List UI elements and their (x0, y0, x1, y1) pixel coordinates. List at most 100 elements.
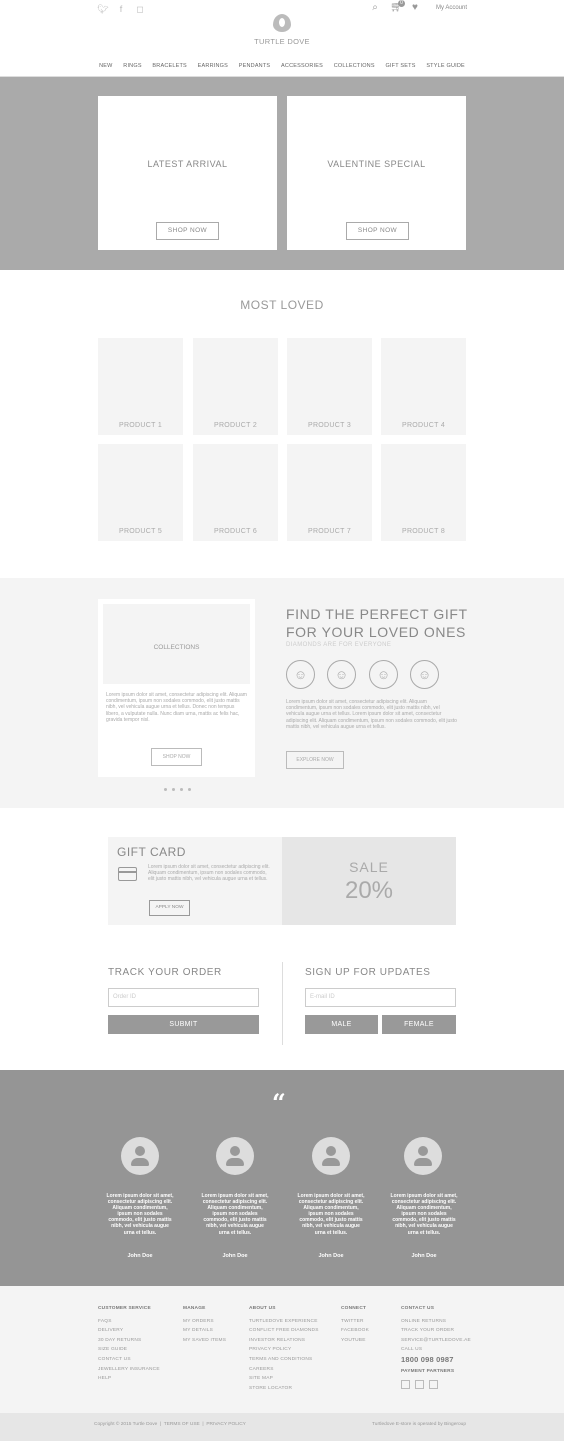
footer-link-returns[interactable]: 30 DAY RETURNS (98, 1336, 160, 1346)
collections-shop-button[interactable]: SHOP NOW (151, 748, 202, 766)
collections-card: COLLECTIONS Lorem ipsum dolor sit amet, … (98, 599, 255, 777)
footer-link-my-details[interactable]: MY DETAILS (183, 1326, 226, 1336)
carousel-dot[interactable] (172, 788, 175, 791)
footer-link-delivery[interactable]: DELIVERY (98, 1326, 160, 1336)
footer-about: ABOUT US TURTLEDOVE EXPERIENCE CONFLICT … (249, 1304, 319, 1393)
footer-link-conflict-free[interactable]: CONFLICT FREE DIAMONDS (249, 1326, 319, 1336)
valentine-special-shop-button[interactable]: SHOP NOW (346, 222, 409, 240)
email-input[interactable]: E-mail ID (305, 988, 456, 1007)
facebook-icon[interactable]: f (116, 4, 126, 14)
footer-heading: CONNECT (341, 1306, 367, 1311)
footer-link-twitter[interactable]: TWITTER (341, 1317, 369, 1327)
footer-link-site-map[interactable]: SITE MAP (249, 1374, 319, 1384)
nav-item-pendants[interactable]: PENDANTS (239, 63, 271, 69)
nav-item-collections[interactable]: COLLECTIONS (334, 63, 375, 69)
footer-phone[interactable]: 1800 098 0987 (401, 1355, 471, 1365)
nav-item-new[interactable]: NEW (99, 63, 112, 69)
my-account-link[interactable]: My Account (436, 5, 467, 11)
footer-link-online-returns[interactable]: ONLINE RETURNS (401, 1317, 471, 1327)
footer-link-contact[interactable]: CONTACT US (98, 1355, 160, 1365)
nav-item-style-guide[interactable]: STYLE GUIDE (426, 63, 465, 69)
footer-heading: CUSTOMER SERVICE (98, 1306, 151, 1311)
product-card-3[interactable]: PRODUCT 3 (287, 338, 372, 435)
most-loved-title: MOST LOVED (240, 298, 324, 312)
footer-link-investor[interactable]: INVESTOR RELATIONS (249, 1336, 319, 1346)
sale-banner[interactable]: SALE 20% (282, 837, 456, 925)
product-label: PRODUCT 3 (307, 422, 352, 429)
product-card-4[interactable]: PRODUCT 4 (381, 338, 466, 435)
footer-link-saved-items[interactable]: MY SAVED ITEMS (183, 1336, 226, 1346)
apply-now-button[interactable]: APPLY NOW (149, 900, 190, 916)
footer-link-faqs[interactable]: FAQS (98, 1317, 160, 1327)
nav-item-rings[interactable]: RINGS (123, 63, 141, 69)
latest-arrival-shop-button[interactable]: SHOP NOW (156, 222, 219, 240)
nav-item-accessories[interactable]: ACCESSORIES (281, 63, 323, 69)
footer-heading: CONTACT US (401, 1306, 435, 1311)
testimonial-author: John Doe (222, 1253, 248, 1259)
track-order-title: TRACK YOUR ORDER (108, 967, 222, 978)
twitter-icon[interactable]: 🐦︎ (97, 4, 108, 14)
payment-logo (401, 1380, 410, 1390)
footer-bottom-bar: Copyright © 2015 Turtle Dove | TERMS OF … (0, 1413, 564, 1441)
male-button[interactable]: MALE (305, 1015, 378, 1034)
testimonial-text: Lorem ipsum dolor sit amet, consectetur … (201, 1193, 269, 1236)
payment-logo (429, 1380, 438, 1390)
main-nav: NEW RINGS BRACELETS EARRINGS PENDANTS AC… (0, 63, 564, 69)
copyright: Copyright © 2015 Turtle Dove (94, 1422, 158, 1427)
instagram-icon[interactable]: ◻ (135, 4, 145, 14)
footer-link-insurance[interactable]: JEWELLERY INSURANCE (98, 1365, 160, 1375)
footer-manage: MANAGE MY ORDERS MY DETAILS MY SAVED ITE… (183, 1304, 226, 1345)
female-button[interactable]: FEMALE (382, 1015, 456, 1034)
footer-link-terms[interactable]: TERMS AND CONDITIONS (249, 1355, 319, 1365)
product-label: PRODUCT 5 (118, 528, 163, 535)
footer-call-us: CALL US (401, 1347, 423, 1353)
footer-link-my-orders[interactable]: MY ORDERS (183, 1317, 226, 1327)
woman-profile-icon[interactable]: ☺ (286, 660, 315, 689)
nav-item-earrings[interactable]: EARRINGS (198, 63, 228, 69)
footer-heading: ABOUT US (249, 1306, 276, 1311)
footer-link-size-guide[interactable]: SIZE GUIDE (98, 1345, 160, 1355)
nav-item-gift-sets[interactable]: GIFT SETS (385, 63, 415, 69)
cart-icon[interactable]: 🛒︎ 0 (390, 0, 405, 13)
footer-link-youtube[interactable]: YOUTUBE (341, 1336, 369, 1346)
wishlist-heart-icon[interactable]: ♥ (410, 3, 420, 13)
footer-link-facebook[interactable]: FACEBOOK (341, 1326, 369, 1336)
carousel-dot[interactable] (164, 788, 167, 791)
footer-link-careers[interactable]: CAREERS (249, 1365, 319, 1375)
nav-item-bracelets[interactable]: BRACELETS (152, 63, 187, 69)
footer-link-privacy[interactable]: PRIVACY POLICY (249, 1345, 319, 1355)
order-id-input[interactable]: Order ID (108, 988, 259, 1007)
product-label: PRODUCT 7 (307, 528, 352, 535)
latest-arrival-panel[interactable]: LATEST ARRIVAL SHOP NOW (98, 96, 277, 250)
child-profile-icon[interactable]: ☺ (369, 660, 398, 689)
search-icon[interactable]: ⌕ (370, 3, 380, 13)
footer-link-email[interactable]: SERVICE@TURTLEDOVE.AE (401, 1336, 471, 1346)
product-card-1[interactable]: PRODUCT 1 (98, 338, 183, 435)
product-card-2[interactable]: PRODUCT 2 (193, 338, 278, 435)
product-card-8[interactable]: PRODUCT 8 (381, 444, 466, 541)
product-card-6[interactable]: PRODUCT 6 (193, 444, 278, 541)
product-card-5[interactable]: PRODUCT 5 (98, 444, 183, 541)
collections-image[interactable]: COLLECTIONS (103, 604, 250, 684)
product-card-7[interactable]: PRODUCT 7 (287, 444, 372, 541)
valentine-special-panel[interactable]: VALENTINE SPECIAL SHOP NOW (287, 96, 466, 250)
product-label: PRODUCT 8 (401, 528, 446, 535)
gift-finder-section: COLLECTIONS Lorem ipsum dolor sit amet, … (0, 578, 564, 808)
terms-of-use-link[interactable]: TERMS OF USE (164, 1422, 200, 1427)
submit-button[interactable]: SUBMIT (108, 1015, 259, 1034)
footer-link-store-locator[interactable]: STORE LOCATOR (249, 1384, 319, 1394)
brand-logo[interactable]: TURTLE DOVE (254, 14, 310, 46)
gift-card-panel: GIFT CARD Lorem ipsum dolor sit amet, co… (108, 837, 282, 925)
footer-link-help[interactable]: HELP (98, 1374, 160, 1384)
user-avatar-icon (312, 1137, 350, 1175)
explore-now-button[interactable]: EXPLORE NOW (286, 751, 344, 769)
carousel-dot[interactable] (180, 788, 183, 791)
privacy-policy-link[interactable]: PRIVACY POLICY (206, 1422, 246, 1427)
man-profile-icon[interactable]: ☺ (327, 660, 356, 689)
gift-finder-description: Lorem ipsum dolor sit amet, consectetur … (286, 699, 457, 730)
user-avatar-icon (216, 1137, 254, 1175)
footer-link-track-order[interactable]: TRACK YOUR ORDER (401, 1326, 471, 1336)
footer-link-experience[interactable]: TURTLEDOVE EXPERIENCE (249, 1317, 319, 1327)
girl-profile-icon[interactable]: ☺ (410, 660, 439, 689)
carousel-dot[interactable] (188, 788, 191, 791)
